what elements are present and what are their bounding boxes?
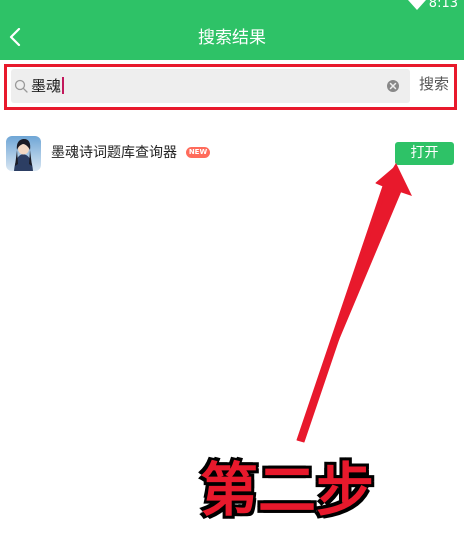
app-icon <box>6 136 41 171</box>
clear-icon[interactable] <box>386 79 400 93</box>
search-field[interactable]: 墨魂 <box>11 69 410 103</box>
search-button[interactable]: 搜索 <box>419 74 449 94</box>
search-input[interactable]: 墨魂 <box>31 76 65 96</box>
search-input-text: 墨魂 <box>31 77 62 95</box>
open-button[interactable]: 打开 <box>395 142 454 165</box>
list-item[interactable]: 墨魂诗词题库查询器 NEW 打开 <box>0 128 464 178</box>
new-badge: NEW <box>186 147 210 158</box>
text-caret <box>62 77 65 94</box>
wifi-icon <box>408 0 426 10</box>
page-title: 搜索结果 <box>198 28 266 48</box>
step-label: 第二步 <box>199 456 374 524</box>
search-bar: 墨魂 搜索 <box>0 60 464 118</box>
app-name: 墨魂诗词题库查询器 <box>51 145 177 161</box>
search-icon <box>14 79 28 93</box>
status-time: 8:13 <box>428 0 458 11</box>
top-bar: 8:13 搜索结果 <box>0 0 464 60</box>
